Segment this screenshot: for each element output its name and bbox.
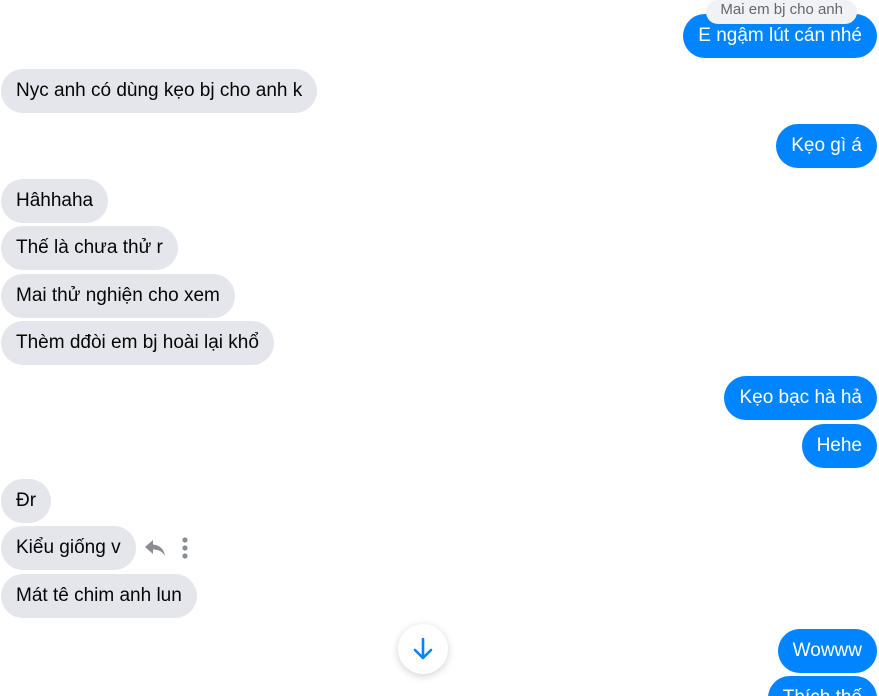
message-incoming[interactable]: Kiểu giống v — [1, 526, 136, 570]
message-incoming[interactable]: Hâhhaha — [1, 179, 109, 223]
message-text: Mai thử nghiện cho xem — [16, 285, 220, 306]
message-text: Hehe — [816, 435, 862, 456]
message-actions — [142, 534, 198, 562]
message-incoming[interactable]: Đr — [1, 479, 52, 523]
message-text: Kẹo bạc hà hả — [739, 387, 862, 408]
message-text: Mát tê chim anh lun — [16, 585, 182, 606]
message-text: Thèm dđòi em bj hoài lại khổ — [16, 332, 259, 353]
message-text: Hâhhaha — [16, 190, 94, 211]
reply-icon[interactable] — [142, 535, 168, 561]
message-outgoing[interactable]: Hehe — [801, 424, 877, 468]
message-text: Thế là chưa thử r — [16, 237, 163, 258]
message-text: Nyc anh có dùng kẹo bj cho anh k — [16, 80, 303, 101]
message-incoming[interactable]: Mát tê chim anh lun — [1, 574, 197, 618]
scroll-to-bottom-button[interactable] — [398, 624, 448, 674]
message-incoming[interactable]: Mai thử nghiện cho xem — [1, 274, 235, 318]
message-outgoing[interactable]: Kẹo bạc hà hả — [724, 376, 877, 420]
message-text: E ngậm lút cán nhé — [698, 25, 862, 46]
chat-thread: Mai em bj cho anh E ngậm lút cán nhé Nyc… — [0, 0, 879, 696]
message-outgoing[interactable]: Wowww — [777, 629, 877, 673]
message-incoming[interactable]: Nyc anh có dùng kẹo bj cho anh k — [1, 69, 318, 113]
message-outgoing[interactable]: Kẹo gì á — [776, 124, 877, 168]
message-text: Đr — [16, 490, 37, 511]
more-options-icon[interactable] — [172, 535, 198, 561]
message-incoming[interactable]: Thế là chưa thử r — [1, 226, 178, 270]
message-text: Kiểu giống v — [16, 537, 121, 558]
message-outgoing[interactable]: Thích thế — [767, 676, 877, 696]
message-text: Wowww — [792, 640, 862, 661]
message-text: Thích thế — [783, 687, 862, 696]
message-outgoing[interactable]: Mai em bj cho anh E ngậm lút cán nhé — [683, 0, 877, 58]
message-incoming[interactable]: Thèm dđòi em bj hoài lại khổ — [1, 321, 274, 365]
reply-preview[interactable]: Mai em bj cho anh — [706, 0, 857, 24]
message-text: Kẹo gì á — [791, 135, 862, 156]
arrow-down-icon — [413, 637, 433, 660]
